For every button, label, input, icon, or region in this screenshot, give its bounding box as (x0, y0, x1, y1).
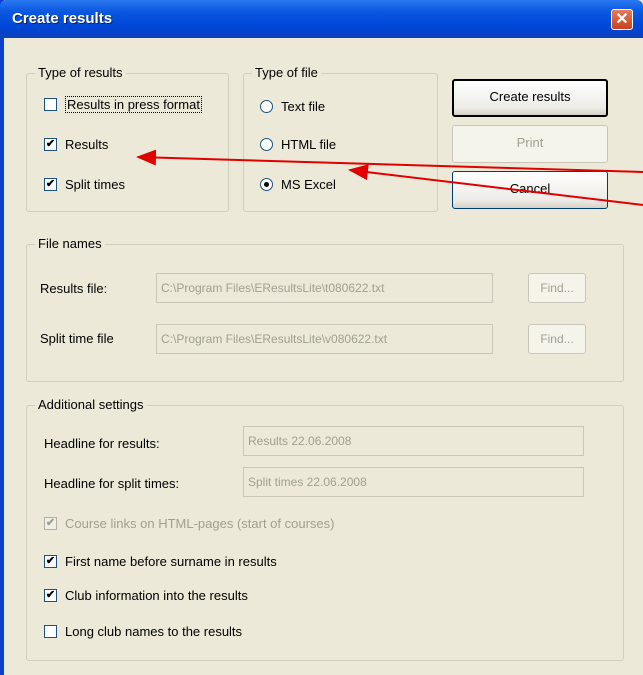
headline-split-field[interactable]: Split times 22.06.2008 (243, 467, 584, 497)
headline-results-label: Headline for results: (44, 436, 160, 451)
course-links-checkbox[interactable]: ✔ Course links on HTML-pages (start of c… (44, 516, 334, 531)
split-times-checkbox[interactable]: ✔ Split times (44, 177, 125, 192)
course-links-checkbox-box[interactable]: ✔ (44, 517, 57, 530)
html-file-radio[interactable]: HTML file (260, 137, 336, 152)
type-of-results-legend: Type of results (35, 65, 126, 81)
close-icon: ✕ (615, 11, 629, 28)
create-results-button[interactable]: Create results (452, 79, 608, 117)
long-club-names-checkbox-box[interactable] (44, 625, 57, 638)
long-club-names-label: Long club names to the results (65, 624, 243, 639)
press-format-checkbox[interactable]: Results in press format (44, 96, 202, 113)
first-name-label: First name before surname in results (65, 554, 277, 569)
headline-split-label: Headline for split times: (44, 476, 180, 491)
html-file-radio-dot[interactable] (260, 138, 273, 151)
dialog-window: Create results ✕ Type of results Results… (0, 0, 643, 675)
club-info-label: Club information into the results (65, 588, 248, 603)
text-file-radio[interactable]: Text file (260, 99, 325, 114)
split-times-checkbox-box[interactable]: ✔ (44, 178, 57, 191)
press-format-label: Results in press format (65, 96, 202, 113)
additional-settings-legend: Additional settings (35, 397, 147, 413)
print-button[interactable]: Print (452, 125, 608, 163)
ms-excel-radio[interactable]: MS Excel (260, 177, 336, 192)
title-bar[interactable]: Create results ✕ (0, 0, 643, 38)
split-time-file-label: Split time file (40, 331, 114, 346)
dialog-title: Create results (12, 10, 113, 27)
press-format-checkbox-box[interactable] (44, 98, 57, 111)
text-file-label: Text file (281, 99, 326, 114)
first-name-checkbox-box[interactable]: ✔ (44, 555, 57, 568)
html-file-label: HTML file (281, 137, 337, 152)
split-find-button[interactable]: Find... (528, 324, 586, 354)
results-checkbox[interactable]: ✔ Results (44, 137, 108, 152)
text-file-radio-dot[interactable] (260, 100, 273, 113)
split-times-label: Split times (65, 177, 125, 192)
ms-excel-label: MS Excel (281, 177, 336, 192)
club-info-checkbox-box[interactable]: ✔ (44, 589, 57, 602)
file-names-legend: File names (35, 236, 105, 252)
results-find-button[interactable]: Find... (528, 273, 586, 303)
results-label: Results (65, 137, 109, 152)
file-names-group: File names (26, 236, 624, 382)
close-button[interactable]: ✕ (611, 9, 633, 30)
club-info-checkbox[interactable]: ✔ Club information into the results (44, 588, 248, 603)
results-checkbox-box[interactable]: ✔ (44, 138, 57, 151)
course-links-label: Course links on HTML-pages (start of cou… (65, 516, 335, 531)
split-time-file-field[interactable]: C:\Program Files\EResultsLite\v080622.tx… (156, 324, 493, 354)
results-file-label: Results file: (40, 281, 108, 296)
headline-results-field[interactable]: Results 22.06.2008 (243, 426, 584, 456)
ms-excel-radio-dot[interactable] (260, 178, 273, 191)
type-of-file-legend: Type of file (252, 65, 321, 81)
first-name-checkbox[interactable]: ✔ First name before surname in results (44, 554, 277, 569)
results-file-field[interactable]: C:\Program Files\EResultsLite\t080622.tx… (156, 273, 493, 303)
cancel-button[interactable]: Cancel (452, 171, 608, 209)
long-club-names-checkbox[interactable]: Long club names to the results (44, 624, 242, 639)
